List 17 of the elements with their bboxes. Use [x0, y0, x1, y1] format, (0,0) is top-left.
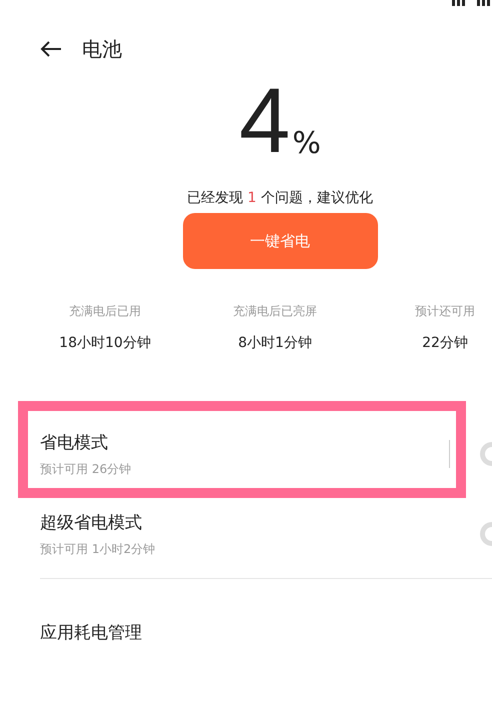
- stat-label: 充满电后已亮屏: [232, 303, 318, 320]
- stat-label: 充满电后已用: [68, 303, 142, 320]
- page-title: 电池: [82, 36, 122, 62]
- back-button[interactable]: [38, 39, 64, 59]
- battery-percent: 4: [239, 75, 290, 167]
- signal-icon: [452, 0, 492, 6]
- menu-item[interactable]: 应用耗电管理: [40, 579, 492, 644]
- mode-subtitle: 预计可用 26分钟: [40, 460, 132, 478]
- stat-value: 22分钟: [421, 334, 469, 352]
- mode-title: 超级省电模式: [40, 512, 143, 534]
- percent-sign: %: [292, 126, 321, 161]
- stat-value: 18小时10分钟: [58, 334, 152, 352]
- mode-title: 省电模式: [40, 432, 109, 454]
- stat-label: 预计还可用: [414, 303, 476, 320]
- stat-value: 8小时1分钟: [237, 334, 313, 352]
- issue-notice: 已经发现 1 个问题，建议优化: [186, 189, 374, 207]
- mode-subtitle: 预计可用 1小时2分钟: [40, 540, 156, 558]
